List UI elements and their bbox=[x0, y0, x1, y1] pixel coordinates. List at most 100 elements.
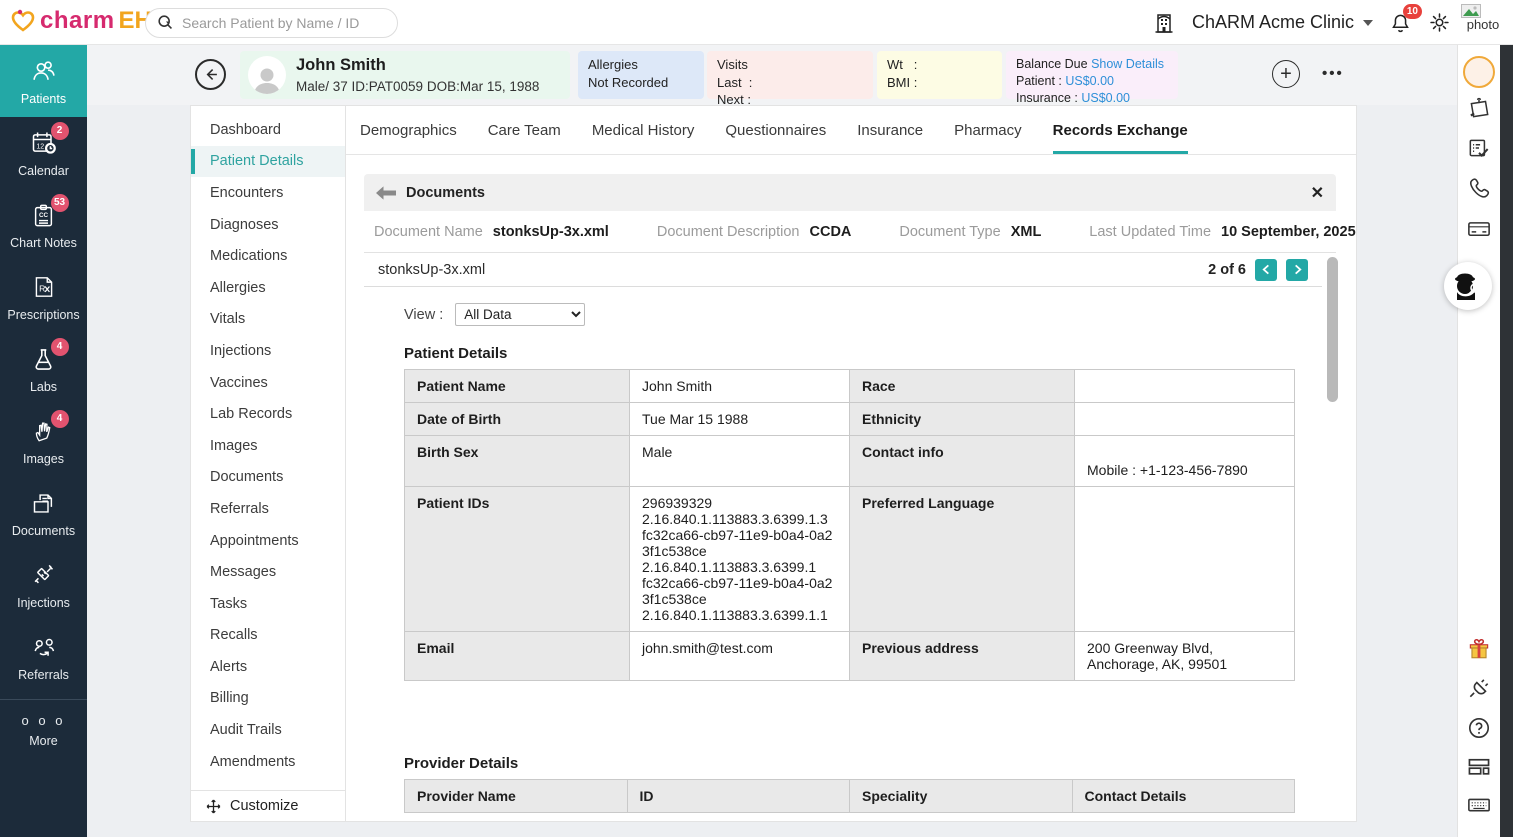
cell-value: john.smith@test.com bbox=[630, 632, 850, 681]
nav-item-documents[interactable]: Documents bbox=[191, 462, 345, 494]
customize-button[interactable]: Customize bbox=[191, 790, 345, 821]
nav-item-billing[interactable]: Billing bbox=[191, 683, 345, 715]
show-details-link[interactable]: Show Details bbox=[1091, 57, 1164, 71]
nav-item-vaccines[interactable]: Vaccines bbox=[191, 367, 345, 399]
form-check-icon[interactable] bbox=[1466, 135, 1492, 161]
search-input[interactable] bbox=[182, 15, 387, 31]
nav-item-audit-trails[interactable]: Audit Trails bbox=[191, 714, 345, 746]
patient-avatar bbox=[248, 56, 286, 94]
tab-demographics[interactable]: Demographics bbox=[360, 106, 457, 154]
document-file-row: stonksUp-3x.xml 2 of 6 bbox=[364, 253, 1322, 287]
nav-item-diagnoses[interactable]: Diagnoses bbox=[191, 209, 345, 241]
patients-icon bbox=[29, 56, 59, 86]
nav-item-amendments[interactable]: Amendments bbox=[191, 746, 345, 778]
credit-card-icon[interactable] bbox=[1466, 215, 1493, 242]
patient-details-table: Patient Name John Smith Race Date of Bir… bbox=[404, 369, 1295, 681]
prev-document-button[interactable] bbox=[1255, 259, 1277, 281]
clinic-switcher[interactable]: ChARM Acme Clinic bbox=[1192, 12, 1373, 33]
close-icon[interactable]: ✕ bbox=[1311, 183, 1324, 203]
sidebar-item-patients[interactable]: Patients bbox=[0, 45, 87, 117]
nav-item-alerts[interactable]: Alerts bbox=[191, 651, 345, 683]
add-button[interactable]: + bbox=[1272, 60, 1300, 88]
document-file-name: stonksUp-3x.xml bbox=[378, 262, 485, 278]
sidebar-item-images[interactable]: 4 Images bbox=[0, 405, 87, 477]
tab-pharmacy[interactable]: Pharmacy bbox=[954, 106, 1022, 154]
patient-context-bar: John Smith Male/ 37 ID:PAT0059 DOB:Mar 1… bbox=[87, 45, 1457, 105]
allergies-label: Allergies bbox=[588, 56, 694, 74]
nav-item-vitals[interactable]: Vitals bbox=[191, 304, 345, 336]
sidebar-item-injections[interactable]: Injections bbox=[0, 549, 87, 621]
sidebar-item-chart-notes[interactable]: CC 53 Chart Notes bbox=[0, 189, 87, 261]
cell-label: Email bbox=[405, 632, 630, 681]
phone-icon[interactable] bbox=[1467, 175, 1492, 200]
allergies-card[interactable]: Allergies Not Recorded bbox=[578, 51, 704, 99]
gift-icon[interactable] bbox=[1466, 635, 1492, 661]
nav-item-messages[interactable]: Messages bbox=[191, 556, 345, 588]
nav-item-encounters[interactable]: Encounters bbox=[191, 177, 345, 209]
sidebar-item-more[interactable]: o o o More bbox=[0, 704, 87, 756]
tab-records-exchange[interactable]: Records Exchange bbox=[1053, 106, 1188, 154]
sidebar-item-prescriptions[interactable]: R Prescriptions bbox=[0, 261, 87, 333]
user-avatar[interactable]: photo bbox=[1461, 4, 1505, 42]
tab-bar: Demographics Care Team Medical History Q… bbox=[346, 106, 1356, 155]
sidebar-item-label: Patients bbox=[21, 92, 66, 106]
settings-gear-icon[interactable] bbox=[1428, 11, 1451, 34]
nav-item-recalls[interactable]: Recalls bbox=[191, 620, 345, 652]
tab-questionnaires[interactable]: Questionnaires bbox=[725, 106, 826, 154]
nav-item-images[interactable]: Images bbox=[191, 430, 345, 462]
sidebar-item-calendar[interactable]: 12 2 Calendar bbox=[0, 117, 87, 189]
help-icon[interactable] bbox=[1466, 715, 1492, 741]
overflow-menu-button[interactable]: ••• bbox=[1322, 65, 1344, 82]
sidebar-item-label: Documents bbox=[12, 524, 75, 538]
visits-label: Visits bbox=[717, 56, 863, 74]
sticky-note-icon[interactable] bbox=[1466, 95, 1492, 121]
tab-care-team[interactable]: Care Team bbox=[488, 106, 561, 154]
search-icon[interactable] bbox=[156, 13, 176, 33]
col-header: Provider Name bbox=[405, 780, 628, 813]
nav-item-allergies[interactable]: Allergies bbox=[191, 272, 345, 304]
back-arrow-icon[interactable] bbox=[376, 186, 396, 200]
vitals-card[interactable]: Wt : BMI : bbox=[877, 51, 1002, 99]
top-header: charmEHR ChARM Acme Clinic bbox=[0, 0, 1513, 45]
patient-summary-card[interactable]: John Smith Male/ 37 ID:PAT0059 DOB:Mar 1… bbox=[240, 51, 570, 99]
next-document-button[interactable] bbox=[1286, 259, 1308, 281]
nav-item-dashboard[interactable]: Dashboard bbox=[191, 114, 345, 146]
scrollbar-thumb[interactable] bbox=[1327, 257, 1338, 402]
clinic-name-label: ChARM Acme Clinic bbox=[1192, 12, 1354, 33]
patient-details-panel: Demographics Care Team Medical History Q… bbox=[345, 105, 1357, 822]
plug-icon[interactable] bbox=[1466, 675, 1492, 701]
nav-item-patient-details[interactable]: Patient Details bbox=[191, 146, 345, 178]
provider-details-table: Provider Name ID Speciality Contact Deta… bbox=[404, 779, 1295, 813]
visits-card[interactable]: Visits Last : Next : bbox=[707, 51, 873, 99]
sidebar-item-documents[interactable]: Documents bbox=[0, 477, 87, 549]
cell-value bbox=[1075, 370, 1295, 403]
logo-text-charm: charm bbox=[40, 7, 115, 35]
viewer-scrollbar[interactable] bbox=[1326, 254, 1339, 822]
doc-updated-value: 10 September, 2025 bbox=[1221, 224, 1356, 240]
keyboard-icon[interactable] bbox=[1466, 791, 1493, 818]
tab-insurance[interactable]: Insurance bbox=[857, 106, 923, 154]
documents-folder-icon bbox=[29, 488, 59, 518]
nav-item-appointments[interactable]: Appointments bbox=[191, 525, 345, 557]
nav-item-injections[interactable]: Injections bbox=[191, 335, 345, 367]
sidebar-item-labs[interactable]: 4 Labs bbox=[0, 333, 87, 405]
layout-panels-icon[interactable] bbox=[1466, 753, 1493, 780]
tab-medical-history[interactable]: Medical History bbox=[592, 106, 695, 154]
detective-assistant-button[interactable] bbox=[1444, 262, 1492, 310]
patient-meta: Male/ 37 ID:PAT0059 DOB:Mar 15, 1988 bbox=[296, 78, 539, 96]
nav-item-medications[interactable]: Medications bbox=[191, 240, 345, 272]
documents-header: Documents ✕ bbox=[364, 174, 1336, 211]
nav-item-lab-records[interactable]: Lab Records bbox=[191, 398, 345, 430]
doc-type-label: Document Type bbox=[899, 224, 1000, 240]
status-circle-icon[interactable] bbox=[1463, 56, 1495, 88]
clinic-building-icon bbox=[1152, 11, 1176, 35]
notifications-button[interactable]: 10 bbox=[1389, 11, 1412, 35]
nav-item-referrals[interactable]: Referrals bbox=[191, 493, 345, 525]
nav-item-tasks[interactable]: Tasks bbox=[191, 588, 345, 620]
labs-flask-icon: 4 bbox=[29, 344, 59, 374]
back-button[interactable] bbox=[195, 59, 226, 90]
table-row: Birth Sex Male Contact info Mobile : +1-… bbox=[405, 436, 1295, 487]
view-select[interactable]: All Data bbox=[455, 303, 585, 326]
sidebar-item-referrals[interactable]: Referrals bbox=[0, 621, 87, 693]
patient-search[interactable] bbox=[145, 8, 398, 38]
